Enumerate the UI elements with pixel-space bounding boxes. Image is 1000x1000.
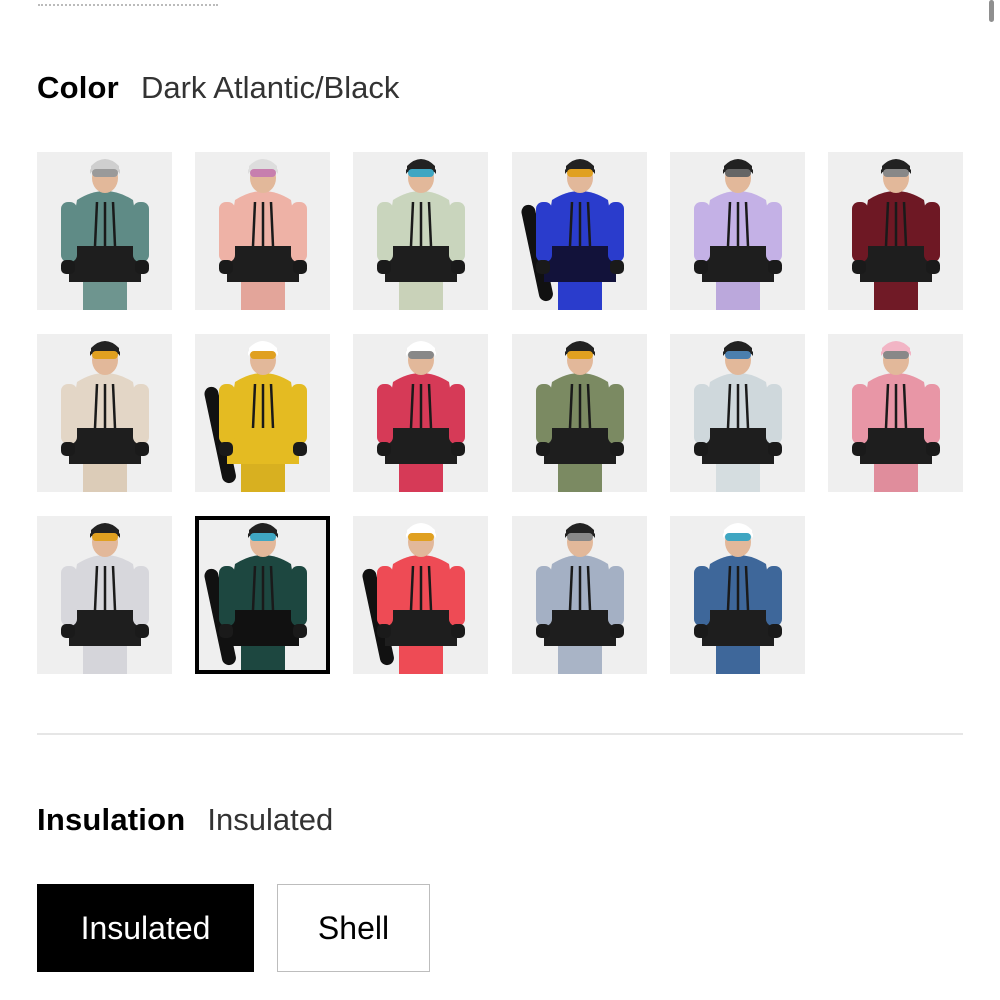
jacket-model-image	[61, 159, 149, 310]
previous-section-edge	[38, 0, 218, 6]
color-swatch[interactable]	[670, 334, 805, 492]
jacket-model-image	[852, 341, 940, 492]
jacket-model-image	[61, 523, 149, 674]
color-swatch[interactable]	[353, 152, 488, 310]
jacket-model-image	[536, 341, 624, 492]
color-swatch[interactable]	[670, 516, 805, 674]
color-swatch[interactable]	[195, 516, 330, 674]
color-swatch[interactable]	[353, 334, 488, 492]
color-swatch[interactable]	[828, 334, 963, 492]
jacket-model-image	[521, 159, 624, 310]
insulation-option-header: Insulation Insulated	[37, 802, 333, 838]
color-swatch[interactable]	[195, 152, 330, 310]
jacket-model-image	[536, 523, 624, 674]
color-option-header: Color Dark Atlantic/Black	[37, 70, 399, 106]
shell-option-button[interactable]: Shell	[277, 884, 430, 972]
color-swatch[interactable]	[37, 516, 172, 674]
insulation-label: Insulation	[37, 802, 186, 837]
color-swatch[interactable]	[195, 334, 330, 492]
color-swatch[interactable]	[512, 152, 647, 310]
jacket-model-image	[377, 341, 465, 492]
insulated-option-button[interactable]: Insulated	[37, 884, 254, 972]
jacket-model-image	[204, 523, 307, 674]
color-swatch[interactable]	[512, 516, 647, 674]
jacket-model-image	[852, 159, 940, 310]
scrollbar-thumb[interactable]	[989, 0, 994, 22]
jacket-model-image	[377, 159, 465, 310]
jacket-model-image	[219, 159, 307, 310]
color-selected-value: Dark Atlantic/Black	[140, 70, 400, 105]
color-swatch[interactable]	[828, 152, 963, 310]
color-label: Color	[37, 70, 119, 105]
color-swatch[interactable]	[353, 516, 488, 674]
jacket-model-image	[362, 523, 465, 674]
jacket-model-image	[204, 341, 307, 492]
color-swatch-grid	[37, 152, 963, 674]
color-swatch[interactable]	[37, 152, 172, 310]
section-divider	[37, 733, 963, 735]
jacket-model-image	[694, 159, 782, 310]
jacket-model-image	[694, 523, 782, 674]
jacket-model-image	[61, 341, 149, 492]
insulation-selected-value: Insulated	[207, 802, 334, 837]
color-swatch[interactable]	[37, 334, 172, 492]
color-swatch[interactable]	[670, 152, 805, 310]
jacket-model-image	[694, 341, 782, 492]
color-swatch[interactable]	[512, 334, 647, 492]
